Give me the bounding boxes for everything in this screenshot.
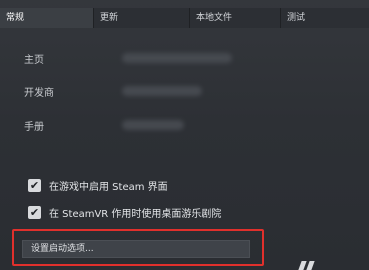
desktop-theatre-label: 在 SteamVR 作用时使用桌面游乐剧院 — [49, 208, 222, 220]
tab-general[interactable]: 常规 — [0, 8, 94, 28]
overlay-label: 在游戏中启用 Steam 界面 — [49, 181, 168, 193]
developer-label: 开发商 — [24, 87, 54, 99]
homepage-row: 主页 — [24, 50, 232, 66]
tab-local-files[interactable]: 本地文件 — [190, 8, 281, 28]
desktop-theatre-option[interactable]: ✔ 在 SteamVR 作用时使用桌面游乐剧院 — [28, 204, 221, 220]
overlay-checkbox[interactable]: ✔ — [28, 178, 41, 192]
tab-bar: 常规 更新 本地文件 测试 — [0, 8, 369, 28]
watermark-mark — [298, 259, 315, 270]
developer-value-redacted — [122, 86, 202, 96]
tab-updates[interactable]: 更新 — [94, 8, 190, 28]
manual-label: 手册 — [24, 121, 44, 133]
tab-betas[interactable]: 测试 — [281, 8, 369, 28]
manual-value-redacted — [122, 120, 184, 130]
properties-window: 常规 更新 本地文件 测试 主页 开发商 手册 ✔ 在游戏中启用 Steam 界… — [0, 0, 369, 270]
manual-row: 手册 — [24, 117, 184, 133]
desktop-theatre-checkbox[interactable]: ✔ — [28, 205, 41, 219]
overlay-option[interactable]: ✔ 在游戏中启用 Steam 界面 — [28, 177, 168, 193]
homepage-label: 主页 — [24, 54, 44, 66]
homepage-value-redacted — [122, 53, 232, 63]
set-launch-options-button[interactable]: 设置启动选项... — [22, 240, 250, 258]
developer-row: 开发商 — [24, 83, 202, 99]
